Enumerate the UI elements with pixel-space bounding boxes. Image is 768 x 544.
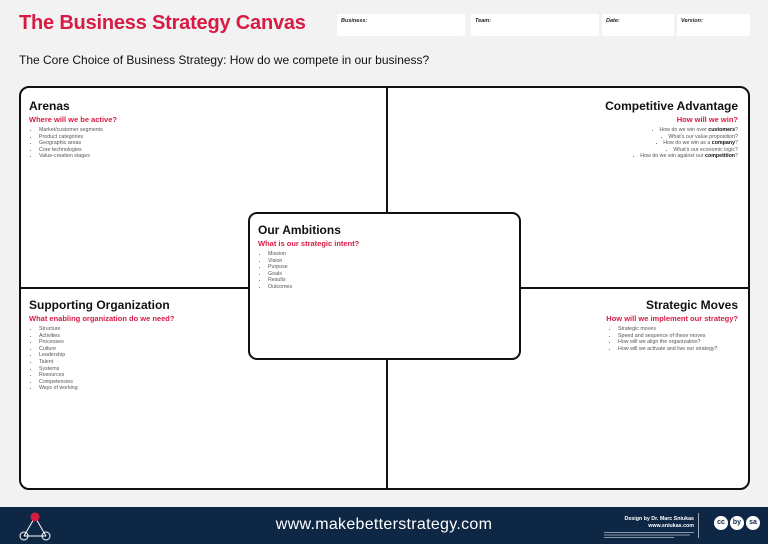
- fine-print: [604, 532, 694, 538]
- list-item: What's our value proposition?: [478, 134, 738, 141]
- list-item: How do we win as a company?: [478, 140, 738, 147]
- competitive-advantage-question: How will we win?: [676, 115, 738, 124]
- item-emphasis: company: [711, 140, 736, 147]
- list-item: Mission: [268, 251, 511, 258]
- list-item: Systems: [39, 366, 329, 373]
- list-item: Core technologies: [39, 147, 329, 154]
- item-text: What's our value proposition?: [668, 133, 738, 140]
- business-field[interactable]: Business:: [337, 14, 465, 36]
- item-text: How do we win over: [659, 127, 709, 133]
- list-item: Product categories: [39, 134, 329, 141]
- team-label: Team:: [475, 18, 491, 24]
- footer: www.makebetterstrategy.com Design by Dr.…: [0, 507, 768, 544]
- item-text-end: ?: [735, 153, 738, 160]
- list-item: Market/customer segments: [39, 127, 329, 134]
- list-item: How will we activate and live our strate…: [618, 346, 738, 353]
- footer-credit: Design by Dr. Marc Sniukas www.sniukas.c…: [625, 516, 694, 529]
- list-item: How do we win over customers?: [478, 127, 738, 134]
- item-text: How do we win against our: [640, 153, 706, 160]
- ambitions-question: What is our strategic intent?: [258, 239, 360, 248]
- item-text: How do we win as a: [663, 140, 712, 147]
- list-item: Speed and sequence of these moves: [618, 333, 738, 340]
- list-item: Ways of working: [39, 385, 329, 392]
- list-item: Geographic areas: [39, 140, 329, 147]
- sa-icon: sa: [746, 516, 760, 530]
- cc-icon: cc: [714, 516, 728, 530]
- list-item: Strategic moves: [618, 326, 738, 333]
- credit-author: Design by Dr. Marc Sniukas: [624, 516, 694, 522]
- item-text-end: ?: [735, 140, 738, 147]
- list-item: Purpose: [268, 264, 511, 271]
- list-item: Results: [268, 277, 511, 284]
- arenas-question: Where will we be active?: [29, 115, 117, 124]
- list-item: What's our economic logic?: [478, 147, 738, 154]
- list-item: Vision: [268, 258, 511, 265]
- arenas-section[interactable]: Arenas Where will we be active? Market/c…: [29, 99, 329, 160]
- item-text: What's our economic logic?: [673, 146, 738, 153]
- by-icon: by: [730, 516, 744, 530]
- list-item: Resources: [39, 372, 329, 379]
- date-label: Date:: [606, 18, 620, 24]
- date-field[interactable]: Date:: [602, 14, 674, 36]
- item-emphasis: customers: [708, 127, 736, 133]
- version-field[interactable]: Version:: [677, 14, 750, 36]
- list-item: Value-creation stages: [39, 153, 329, 160]
- item-text-end: ?: [735, 127, 738, 133]
- ambitions-list: Mission Vision Purpose Goals Results Out…: [258, 251, 511, 291]
- ambitions-section[interactable]: Our Ambitions What is our strategic inte…: [248, 212, 521, 360]
- item-emphasis: competition: [705, 153, 736, 160]
- version-label: Version:: [681, 18, 703, 24]
- list-item: How will we align the organization?: [618, 339, 738, 346]
- competitive-advantage-section[interactable]: Competitive Advantage How will we win? H…: [478, 99, 738, 160]
- list-item: Outcomes: [268, 284, 511, 291]
- business-label: Business:: [341, 18, 368, 24]
- license-badges: cc by sa: [714, 516, 760, 530]
- canvas-title: The Business Strategy Canvas: [19, 12, 306, 34]
- credit-website-link[interactable]: www.sniukas.com: [625, 523, 694, 530]
- list-item: Competencies: [39, 379, 329, 386]
- strategic-moves-list: Strategic moves Speed and sequence of th…: [608, 326, 738, 352]
- arenas-title: Arenas: [29, 99, 70, 113]
- strategy-canvas: Arenas Where will we be active? Market/c…: [19, 86, 750, 490]
- competitive-advantage-list: How do we win over customers? What's our…: [478, 127, 738, 160]
- list-item: Goals: [268, 271, 511, 278]
- competitive-advantage-title: Competitive Advantage: [605, 99, 738, 113]
- list-item: How do we win against our competition?: [478, 153, 738, 160]
- ambitions-title: Our Ambitions: [258, 223, 341, 237]
- canvas-subtitle: The Core Choice of Business Strategy: Ho…: [19, 53, 430, 67]
- arenas-list: Market/customer segments Product categor…: [29, 127, 329, 160]
- footer-divider: [698, 513, 699, 538]
- team-field[interactable]: Team:: [471, 14, 599, 36]
